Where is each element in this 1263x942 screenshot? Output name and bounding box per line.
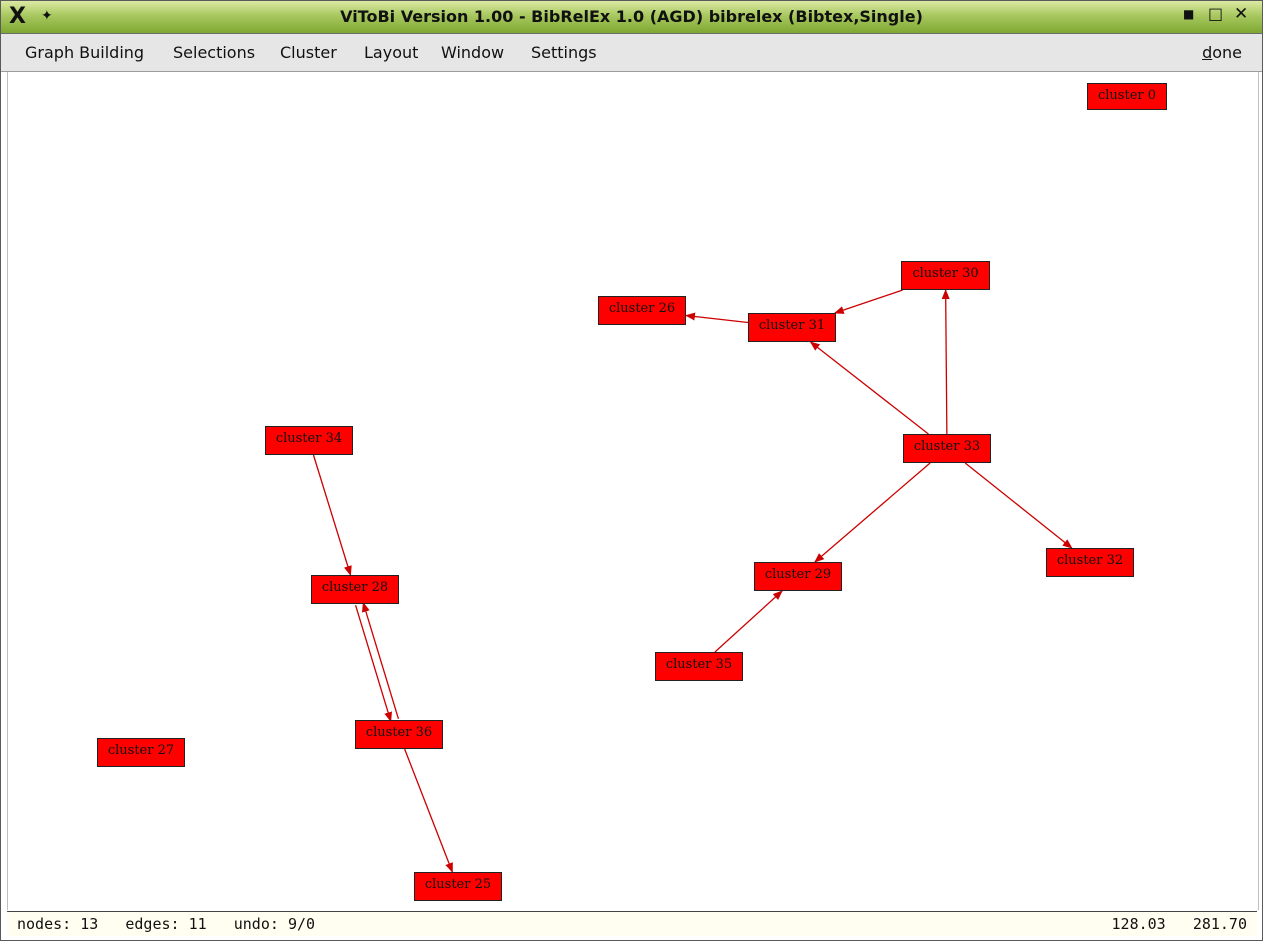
nodes-count: 13 <box>80 915 99 933</box>
close-icon[interactable]: ✕ <box>1234 4 1248 24</box>
cluster-node[interactable]: cluster 29 <box>754 562 842 591</box>
menu-layout[interactable]: Layout <box>364 43 418 62</box>
cluster-node[interactable]: cluster 32 <box>1046 548 1134 577</box>
menu-graph-building[interactable]: Graph Building <box>25 43 144 62</box>
menu-selections[interactable]: Selections <box>173 43 255 62</box>
cluster-node[interactable]: cluster 33 <box>903 434 991 463</box>
done-button[interactable]: done <box>1202 43 1242 62</box>
coord-x: 128.03 <box>1111 915 1166 933</box>
cluster-node[interactable]: cluster 27 <box>97 738 185 767</box>
menu-window[interactable]: Window <box>441 43 504 62</box>
edges-label: edges: <box>98 915 189 933</box>
minimize-icon[interactable]: ■ <box>1183 7 1194 21</box>
nodes-label: nodes: <box>17 915 81 933</box>
cluster-node[interactable]: cluster 31 <box>748 313 836 342</box>
cluster-node[interactable]: cluster 0 <box>1087 83 1167 110</box>
app-window: X ✦ ViToBi Version 1.00 - BibRelEx 1.0 (… <box>0 0 1263 941</box>
menu-bar: Graph Building Selections Cluster Layout… <box>1 34 1262 72</box>
menu-settings[interactable]: Settings <box>531 43 597 62</box>
undo-label: undo: <box>206 915 288 933</box>
edges-count: 11 <box>188 915 207 933</box>
graph-canvas[interactable] <box>7 72 1259 910</box>
cluster-node[interactable]: cluster 26 <box>598 296 686 325</box>
cluster-node[interactable]: cluster 35 <box>655 652 743 681</box>
cluster-node[interactable]: cluster 25 <box>414 872 502 901</box>
menu-cluster[interactable]: Cluster <box>280 43 337 62</box>
cluster-node[interactable]: cluster 36 <box>355 720 443 749</box>
done-label: one <box>1212 43 1242 62</box>
undo-value: 9/0 <box>287 915 316 933</box>
cursor-coordinates: 128.03 281.70 <box>1112 915 1247 933</box>
maximize-icon[interactable]: □ <box>1208 4 1223 23</box>
cluster-node[interactable]: cluster 34 <box>265 426 353 455</box>
cluster-node[interactable]: cluster 30 <box>901 261 990 290</box>
title-bar[interactable]: X ✦ ViToBi Version 1.00 - BibRelEx 1.0 (… <box>1 1 1262 34</box>
done-mnemonic: d <box>1202 43 1213 62</box>
coord-y: 281.70 <box>1192 915 1247 933</box>
status-counts: nodes: 13 edges: 11 undo: 9/0 <box>17 915 315 933</box>
window-title: ViToBi Version 1.00 - BibRelEx 1.0 (AGD)… <box>340 7 923 26</box>
status-bar: nodes: 13 edges: 11 undo: 9/0 128.03 281… <box>7 911 1257 936</box>
cluster-node[interactable]: cluster 28 <box>311 575 399 604</box>
